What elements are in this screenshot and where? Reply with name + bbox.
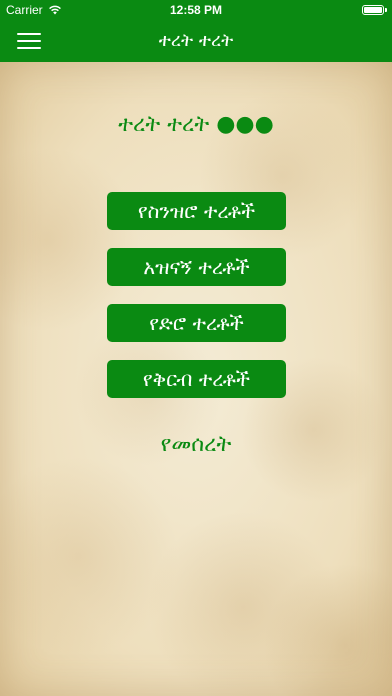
menu-button-3[interactable]: የድሮ ተረቶች	[107, 304, 286, 342]
menu-button-2[interactable]: አዝናኝ ተረቶች	[107, 248, 286, 286]
main-content: ተረት ተረት ●●● የስንዝሮ ተረቶች አዝናኝ ተረቶች የድሮ ተረቶ…	[0, 62, 392, 696]
menu-list: የስንዝሮ ተረቶች አዝናኝ ተረቶች የድሮ ተረቶች የቅርብ ተረቶች	[107, 192, 286, 416]
app-heading: ተረት ተረት ●●●	[118, 112, 274, 137]
status-time: 12:58 PM	[169, 3, 223, 17]
menu-button-1[interactable]: የስንዝሮ ተረቶች	[107, 192, 286, 230]
status-bar: Carrier 12:58 PM	[0, 0, 392, 20]
battery-icon	[362, 5, 387, 15]
footer-link[interactable]: የመሰረት	[0, 432, 392, 457]
menu-button-4[interactable]: የቅርብ ተረቶች	[107, 360, 286, 398]
navigation-bar: ተረት ተረት	[0, 20, 392, 62]
nav-title: ተረት ተረት	[158, 30, 234, 51]
